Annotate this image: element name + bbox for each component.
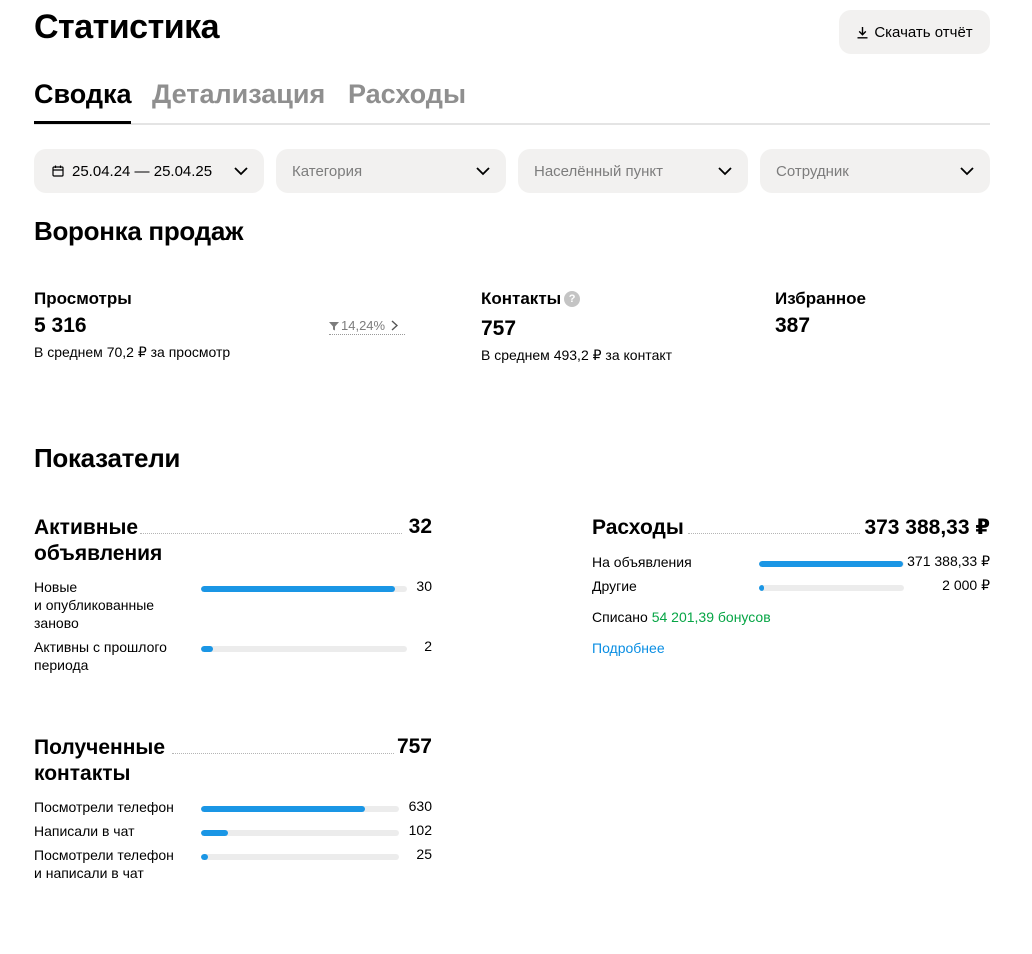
- dotted-leader: [140, 533, 402, 534]
- tab-details[interactable]: Детализация: [152, 76, 325, 112]
- page-title: Статистика: [34, 8, 220, 46]
- tab-expenses[interactable]: Расходы: [348, 76, 466, 112]
- more-details-link[interactable]: Подробнее: [592, 640, 665, 656]
- bar-fill: [201, 586, 395, 592]
- row-label-line: и опубликованные: [34, 597, 155, 613]
- bar-fill: [759, 585, 765, 591]
- expenses-row-ads-value: 371 388,33 ₽: [907, 553, 990, 569]
- chevron-down-icon: [234, 166, 248, 175]
- contacts-row-phone-label: Посмотрели телефон: [34, 798, 174, 816]
- received-contacts-title-line2: контакты: [34, 762, 131, 785]
- filter-funnel-icon: [329, 321, 339, 330]
- views-value: 5 316: [34, 314, 87, 337]
- city-select[interactable]: Населённый пункт: [518, 149, 748, 193]
- contacts-sub: В среднем 493,2 ₽ за контакт: [481, 347, 673, 363]
- expenses-row-ads-label: На объявления: [592, 554, 692, 570]
- calendar-icon: [52, 165, 64, 177]
- chevron-right-icon: [391, 320, 399, 331]
- contacts-row-both-label: Посмотрели телефон и написали в чат: [34, 846, 174, 882]
- expenses-value: 373 388,33 ₽: [864, 516, 990, 539]
- views-label: Просмотры: [34, 289, 132, 308]
- contacts-row-chat-bar: [201, 830, 399, 836]
- city-placeholder: Населённый пункт: [534, 162, 664, 180]
- contacts-label: Контакты: [481, 289, 562, 308]
- active-ads-row-new-label: Новые и опубликованные заново: [34, 578, 154, 632]
- category-select[interactable]: Категория: [276, 149, 506, 193]
- employee-select[interactable]: Сотрудник: [760, 149, 990, 193]
- bar-fill: [201, 830, 228, 836]
- tab-summary[interactable]: Сводка: [34, 76, 132, 112]
- favorites-value: 387: [775, 314, 811, 337]
- row-label-line: и написали в чат: [34, 865, 144, 881]
- period-select[interactable]: 25.04.24 — 25.04.25: [34, 149, 264, 193]
- funnel-title: Воронка продаж: [34, 216, 244, 246]
- active-ads-value: 32: [408, 515, 432, 538]
- expenses-title: Расходы: [592, 516, 684, 539]
- download-icon: [857, 26, 868, 38]
- active-ads-row-prev-bar: [201, 646, 407, 652]
- help-icon[interactable]: ?: [564, 291, 581, 307]
- chevron-down-icon: [476, 166, 490, 175]
- bar-fill: [201, 806, 366, 812]
- active-ads-row-prev-value: 2: [424, 638, 432, 654]
- conversion-value: 14,24%: [341, 318, 386, 333]
- contacts-label-row: Контакты?: [481, 289, 581, 309]
- active-ads-row-new-bar: [201, 586, 407, 592]
- active-ads-row-prev-label: Активны с прошлого периода: [34, 638, 167, 674]
- contacts-row-phone-value: 630: [408, 798, 432, 814]
- row-label-line: заново: [34, 615, 79, 631]
- expenses-row-other-bar: [759, 585, 904, 591]
- views-conversion[interactable]: 14,24%: [329, 317, 405, 335]
- download-report-label: Скачать отчёт: [874, 23, 973, 41]
- dotted-leader: [688, 533, 860, 534]
- expenses-row-other-label: Другие: [592, 578, 637, 594]
- received-contacts-title: Полученные контакты: [34, 735, 165, 787]
- active-ads-title: Активные объявления: [34, 515, 162, 567]
- contacts-row-chat-label: Написали в чат: [34, 822, 134, 840]
- row-label-line: Посмотрели телефон: [34, 799, 174, 815]
- contacts-row-both-bar: [201, 854, 399, 860]
- tabs-bar: Сводка Детализация Расходы: [34, 76, 990, 125]
- bar-fill: [759, 561, 904, 567]
- dotted-leader: [172, 753, 394, 754]
- expenses-row-ads-bar: [759, 561, 904, 567]
- written-off-line: Списано 54 201,39 бонусов: [592, 608, 771, 626]
- views-sub: В среднем 70,2 ₽ за просмотр: [34, 344, 231, 360]
- favorites-label: Избранное: [775, 289, 866, 308]
- contacts-value: 757: [481, 317, 517, 340]
- expenses-row-other-value: 2 000 ₽: [942, 577, 990, 593]
- active-ads-title-line1: Активные: [34, 516, 139, 539]
- indicators-title: Показатели: [34, 443, 181, 473]
- row-label-line: Посмотрели телефон: [34, 847, 174, 863]
- bonus-amount: 54 201,39 бонусов: [651, 609, 771, 625]
- row-label-line: Активны с прошлого: [34, 639, 167, 655]
- contacts-row-chat-value: 102: [408, 822, 432, 838]
- contacts-row-both-value: 25: [416, 846, 432, 862]
- written-off-label: Списано: [592, 609, 648, 625]
- bar-fill: [201, 646, 214, 652]
- contacts-row-phone-bar: [201, 806, 399, 812]
- received-contacts-value: 757: [396, 735, 432, 758]
- received-contacts-title-line1: Полученные: [34, 736, 165, 759]
- row-label-line: периода: [34, 657, 89, 673]
- bar-fill: [201, 854, 208, 860]
- active-tab-indicator: [34, 121, 131, 124]
- download-report-button[interactable]: Скачать отчёт: [839, 10, 990, 54]
- employee-placeholder: Сотрудник: [776, 162, 849, 180]
- chevron-down-icon: [960, 166, 974, 175]
- category-placeholder: Категория: [292, 162, 363, 180]
- chevron-down-icon: [718, 166, 732, 175]
- row-label-line: Написали в чат: [34, 823, 135, 839]
- active-ads-title-line2: объявления: [34, 542, 163, 565]
- row-label-line: Новые: [34, 579, 78, 595]
- active-ads-row-new-value: 30: [416, 578, 432, 594]
- period-value: 25.04.24 — 25.04.25: [72, 162, 213, 180]
